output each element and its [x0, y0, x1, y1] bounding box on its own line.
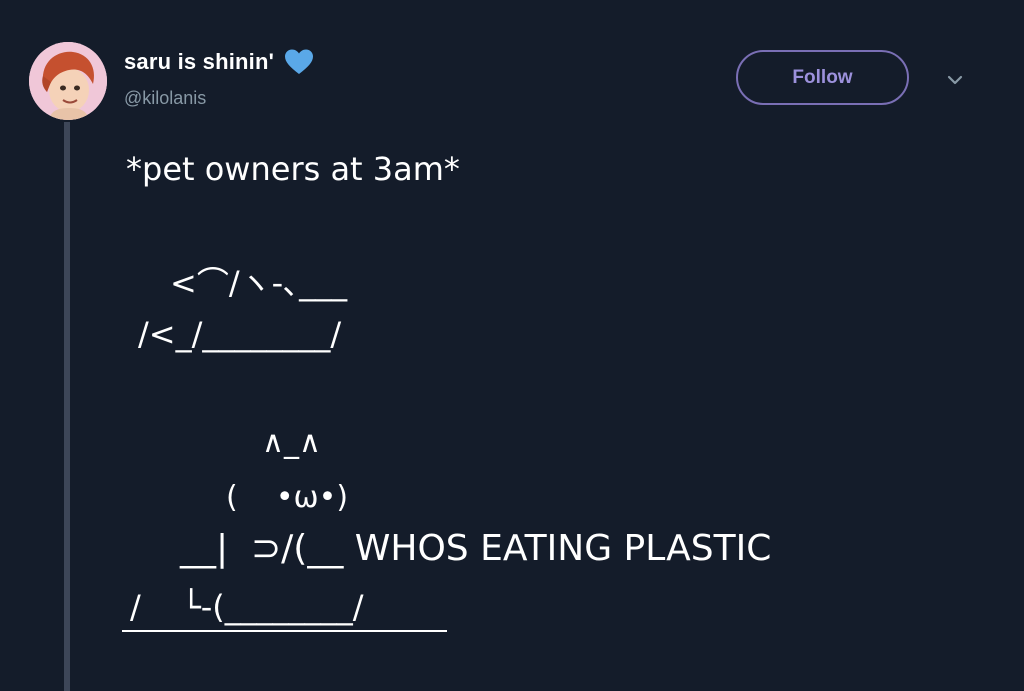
chevron-down-icon[interactable]	[942, 70, 968, 90]
thread-line	[64, 122, 70, 691]
tweet-text: *pet owners at 3am*	[126, 150, 460, 188]
ascii-art-line-2: /<_/________/	[138, 315, 342, 353]
ascii-art-line-1: <⌒/ヽ-､___	[170, 264, 348, 302]
avatar-illustration-icon	[29, 42, 107, 120]
ascii-art-underline	[122, 630, 447, 632]
ascii-art-line-3: ∧_∧	[262, 425, 321, 460]
avatar[interactable]	[29, 42, 107, 120]
follow-button[interactable]: Follow	[736, 50, 909, 105]
ascii-art-line-4: ( •ω•)	[226, 480, 349, 515]
ascii-art-line-5: __| ⊃/(__ WHOS EATING PLASTIC	[180, 528, 772, 569]
display-name[interactable]: saru is shinin'	[124, 49, 274, 75]
user-handle[interactable]: @kilolanis	[124, 88, 206, 109]
blue-heart-icon	[284, 48, 314, 76]
ascii-art-line-6: / └-(________/	[130, 588, 364, 626]
display-name-row: saru is shinin'	[124, 48, 314, 76]
